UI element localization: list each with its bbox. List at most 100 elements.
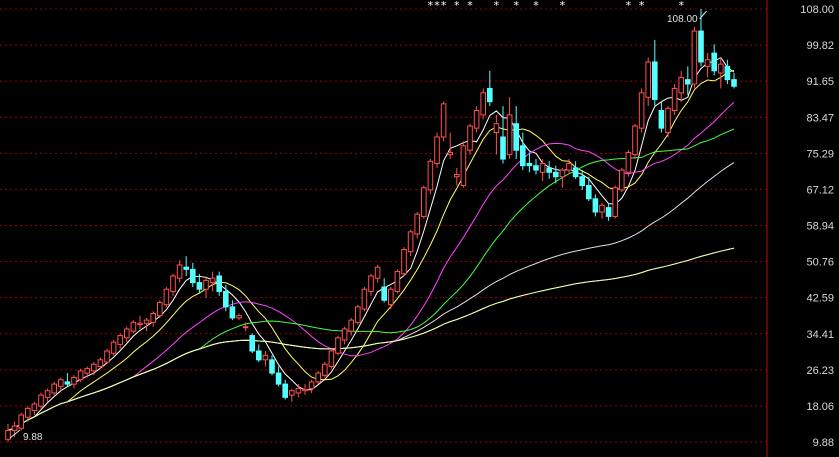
candle-body (196, 282, 203, 290)
ma5-line (7, 56, 735, 431)
candle-body (242, 326, 249, 329)
candle (124, 326, 130, 343)
candle-body (665, 107, 671, 134)
candle-body (104, 350, 110, 363)
candle-body (84, 368, 91, 374)
candle-body (25, 407, 31, 418)
candle-body (401, 249, 407, 275)
candle-body (335, 337, 341, 354)
candle (440, 101, 447, 142)
candle (302, 384, 308, 396)
event-marker[interactable]: * (533, 0, 539, 12)
price-tick-label: 99.82 (806, 40, 834, 52)
event-marker[interactable]: * (513, 0, 519, 12)
candle-body (262, 354, 269, 361)
candle (625, 150, 632, 177)
candle (401, 247, 407, 276)
candle-body (229, 306, 236, 319)
candle-body (110, 341, 117, 354)
event-marker[interactable]: * (428, 0, 434, 12)
event-marker[interactable]: * (678, 0, 684, 12)
candle (691, 26, 698, 89)
candle (190, 262, 196, 288)
candle-body (170, 275, 176, 292)
event-marker[interactable]: * (560, 0, 566, 12)
candle (229, 300, 236, 321)
ma60-line (7, 162, 735, 431)
price-grid (0, 8, 767, 443)
candle-body (11, 425, 18, 431)
candle-body (652, 61, 658, 100)
price-tick-label: 108.00 (800, 4, 834, 16)
candle-body (269, 359, 275, 374)
candle (678, 70, 685, 102)
candle (282, 379, 288, 400)
candle-body (44, 390, 51, 398)
candle (473, 106, 480, 133)
price-tick-label: 83.47 (806, 112, 834, 124)
candle (579, 170, 586, 190)
candle-body (117, 335, 124, 345)
event-marker[interactable]: * (454, 0, 460, 12)
candle-body (282, 383, 288, 398)
candle-body (605, 207, 612, 217)
candle (434, 132, 440, 168)
candle (361, 287, 368, 312)
candle (249, 333, 255, 354)
candle (526, 152, 533, 173)
candle (335, 335, 341, 356)
candle-body (619, 169, 625, 191)
candle (157, 300, 163, 318)
candle-body (586, 185, 592, 200)
event-marker[interactable]: * (434, 0, 440, 12)
candle-body (711, 52, 718, 72)
candle-body (223, 290, 229, 308)
candle-body (31, 403, 38, 412)
candle (539, 159, 546, 182)
candle (341, 326, 348, 345)
candle-body (724, 65, 731, 81)
candle (658, 101, 665, 133)
candle-body (658, 109, 665, 129)
candle-body (361, 288, 368, 310)
high-price-label: 108.00 (667, 14, 698, 25)
candle (731, 72, 737, 89)
candle (632, 123, 638, 160)
event-marker[interactable]: * (639, 0, 645, 12)
candle (427, 159, 434, 195)
candle-body (91, 363, 97, 372)
candle-body (520, 145, 526, 167)
candle (572, 161, 579, 179)
candle-body (388, 288, 394, 306)
candle-body (289, 390, 295, 396)
candle (447, 132, 453, 160)
candle (328, 348, 335, 369)
candle-body (209, 277, 216, 284)
candle-body (163, 288, 170, 306)
candle-body (533, 165, 539, 171)
event-marker[interactable]: * (467, 0, 473, 12)
candle (394, 269, 401, 294)
event-marker[interactable]: * (626, 0, 632, 12)
candle-body (249, 335, 255, 352)
candle (38, 392, 44, 409)
candle-body (447, 151, 453, 156)
candle-body (374, 266, 381, 279)
event-marker[interactable]: * (494, 0, 500, 12)
candle (308, 379, 315, 393)
moving-average-lines (7, 56, 735, 431)
candle (718, 57, 724, 89)
candle (381, 278, 387, 303)
candle-body (427, 160, 434, 191)
candle (77, 368, 84, 382)
candlestick-chart[interactable]: * * * * * * * * * * * * 108.0099.8291.6583.4775.296… (0, 0, 839, 457)
event-marker[interactable]: * (441, 0, 447, 12)
candle-body (236, 315, 242, 319)
candle-body (414, 213, 420, 235)
candle-body (341, 328, 348, 341)
candle-body (97, 359, 104, 367)
candle-body (51, 383, 58, 394)
candle-body (355, 306, 361, 323)
candle-body (632, 125, 638, 156)
candle-body (704, 59, 711, 67)
